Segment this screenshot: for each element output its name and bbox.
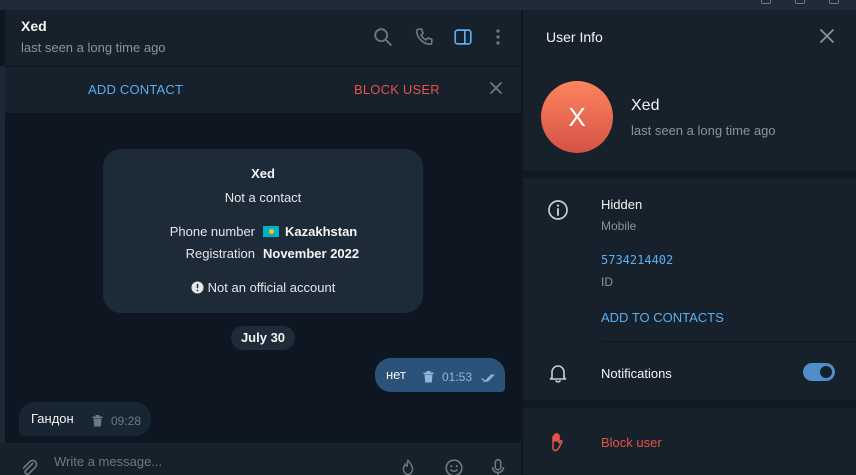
- chat-header[interactable]: Xed last seen a long time ago: [5, 10, 521, 66]
- close-icon[interactable]: [818, 27, 836, 45]
- phone-value[interactable]: Hidden: [601, 197, 642, 212]
- trash-icon[interactable]: [423, 371, 434, 383]
- registration-label: Registration: [185, 246, 255, 261]
- card-name: Xed: [251, 166, 275, 181]
- kazakhstan-flag-icon: [263, 226, 279, 237]
- left-edge-strip: [0, 66, 5, 475]
- emoji-icon[interactable]: [443, 457, 465, 475]
- microphone-icon[interactable]: [487, 457, 509, 475]
- double-check-icon: [481, 374, 495, 383]
- message-input[interactable]: [54, 450, 374, 472]
- message-incoming[interactable]: Гандон 09:28: [19, 402, 151, 436]
- official-notice: Not an official account: [103, 280, 423, 295]
- block-user-action[interactable]: Block user: [601, 435, 662, 450]
- phone-label: Phone number: [169, 224, 255, 239]
- add-contact-button[interactable]: ADD CONTACT: [88, 82, 183, 97]
- registration-value: November 2022: [263, 246, 360, 261]
- maximize-icon[interactable]: [795, 0, 805, 4]
- add-to-contacts-button[interactable]: ADD TO CONTACTS: [601, 310, 724, 325]
- message-time: 09:28: [111, 414, 142, 428]
- registration-row: Registration November 2022: [103, 246, 423, 264]
- avatar[interactable]: X: [541, 81, 613, 153]
- message-text: Гандон: [31, 411, 74, 426]
- profile-name: Xed: [631, 97, 660, 114]
- row-divider: [601, 341, 856, 342]
- sidebar-toggle-icon[interactable]: [452, 26, 474, 48]
- message-outgoing[interactable]: нет 01:53: [375, 358, 505, 392]
- info-icon: [548, 200, 568, 220]
- bot-commands-icon[interactable]: [397, 457, 419, 475]
- profile-status: last seen a long time ago: [631, 123, 776, 138]
- block-user-button[interactable]: BLOCK USER: [354, 82, 440, 97]
- contact-action-bar: ADD CONTACT BLOCK USER: [5, 67, 521, 113]
- phone-row: Phone number Kazakhstan: [103, 224, 423, 242]
- more-options-icon[interactable]: [487, 26, 509, 48]
- window-close-icon[interactable]: [829, 0, 839, 4]
- section-separator: [523, 400, 856, 408]
- user-info-card: Xed Not a contact Phone number Kazakhsta…: [103, 149, 423, 313]
- chat-title[interactable]: Xed: [21, 18, 47, 34]
- search-icon[interactable]: [372, 26, 394, 48]
- section-separator: [523, 170, 856, 178]
- message-text: нет: [386, 367, 406, 382]
- panel-title: User Info: [546, 29, 603, 45]
- close-bar-icon[interactable]: [487, 79, 505, 97]
- message-time: 01:53: [442, 370, 473, 384]
- user-id-value[interactable]: 5734214402: [601, 253, 673, 267]
- notifications-toggle[interactable]: [803, 363, 835, 381]
- window-titlebar: [0, 0, 856, 10]
- phone-call-icon[interactable]: [413, 26, 435, 48]
- card-subtitle: Not a contact: [224, 190, 302, 205]
- message-composer: [0, 443, 521, 475]
- notifications-label: Notifications: [601, 366, 672, 381]
- block-hand-icon: [552, 433, 563, 452]
- attach-icon[interactable]: [18, 457, 40, 475]
- exclamation-icon: [191, 281, 204, 294]
- trash-icon[interactable]: [92, 415, 103, 427]
- chat-pane: Xed last seen a long time ago ADD CONTAC…: [0, 10, 521, 475]
- phone-label: Mobile: [601, 219, 637, 233]
- chat-status: last seen a long time ago: [21, 40, 166, 55]
- date-separator: July 30: [231, 326, 295, 350]
- minimize-icon[interactable]: [761, 0, 771, 4]
- user-id-label: ID: [601, 275, 613, 289]
- phone-value: Kazakhstan: [263, 224, 357, 239]
- bell-icon: [549, 365, 567, 383]
- toggle-knob: [820, 366, 832, 378]
- user-info-panel: User Info X Xed last seen a long time ag…: [523, 10, 856, 475]
